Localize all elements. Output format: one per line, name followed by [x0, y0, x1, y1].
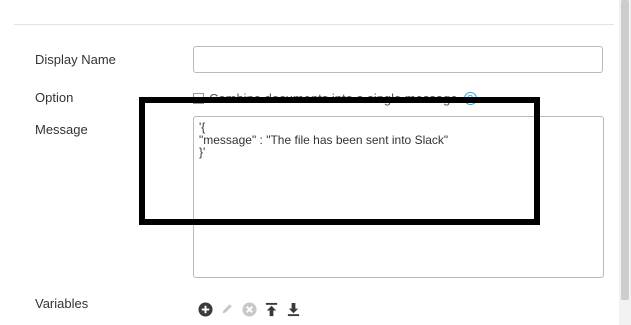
pencil-icon[interactable] [219, 301, 235, 317]
question-circle-icon[interactable]: ? [463, 91, 477, 105]
panel-header-divider [14, 0, 614, 25]
variables-toolbar [197, 300, 307, 318]
plus-circle-icon[interactable] [197, 301, 213, 317]
display-name-input[interactable] [193, 46, 603, 73]
move-to-top-icon[interactable] [263, 301, 279, 317]
scrollbar[interactable] [619, 0, 631, 325]
option-label: Option [35, 90, 74, 105]
option-checkbox-row[interactable]: Combine documents into a single message … [193, 89, 477, 107]
scrollbar-thumb[interactable] [621, 0, 629, 300]
variables-label: Variables [35, 296, 89, 311]
move-to-bottom-icon[interactable] [285, 301, 301, 317]
display-name-label: Display Name [35, 52, 116, 67]
x-circle-icon[interactable] [241, 301, 257, 317]
message-textarea[interactable]: '{ "message" : "The file has been sent i… [193, 116, 604, 278]
message-label: Message [35, 122, 88, 137]
dialog-panel: Display Name Option Combine documents in… [0, 0, 631, 325]
combine-documents-checkbox[interactable] [193, 92, 204, 104]
combine-documents-label: Combine documents into a single message [209, 90, 458, 106]
